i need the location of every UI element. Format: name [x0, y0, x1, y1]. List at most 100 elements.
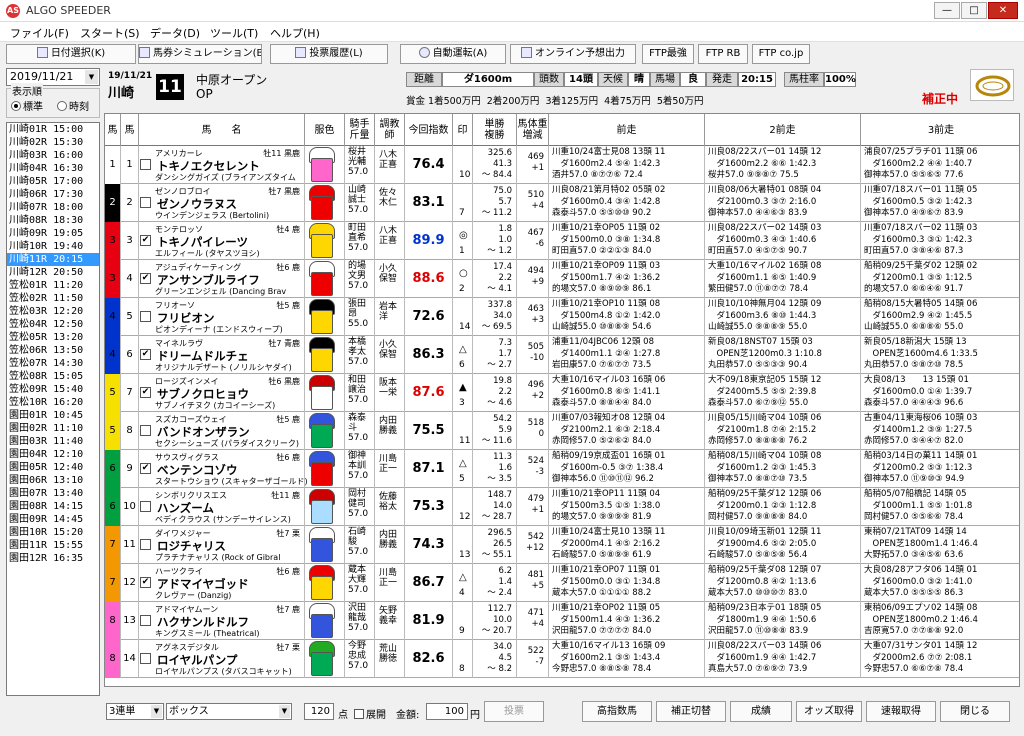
race-list-item[interactable]: 笠松03R 12:20: [7, 305, 99, 318]
table-row[interactable]: 7 11 ダイワメジャー 牡7 栗ロジチャリス プラチナチャリス (Rock of Gi…: [105, 526, 1019, 564]
mark-cell[interactable]: △ 6: [453, 336, 473, 374]
race-list-item[interactable]: 笠松02R 11:50: [7, 292, 99, 305]
select-checkbox[interactable]: ✔: [140, 273, 151, 284]
race-list-item[interactable]: 川崎04R 16:30: [7, 162, 99, 175]
table-row[interactable]: 3 4 ✔ アジュディケーティング 牡6 鹿アンサンブルライフ グリーンエンジェル (Da…: [105, 260, 1019, 298]
race-list-item[interactable]: 川崎05R 17:00: [7, 175, 99, 188]
horse-name-cell[interactable]: シンボリクリスエス 牡11 鹿ハンズーム ベディクラウス (サンデーサイレンス): [139, 488, 305, 526]
race-list-item[interactable]: 園田09R 14:45: [7, 513, 99, 526]
horse-name-cell[interactable]: ✔ アジュディケーティング 牡6 鹿アンサンブルライフ グリーンエンジェル (Danc…: [139, 260, 305, 298]
horse-name-cell[interactable]: ダイワメジャー 牡7 栗ロジチャリス プラチナチャリス (Rock of Gibra…: [139, 526, 305, 564]
maximize-button[interactable]: □: [961, 2, 987, 19]
race-list-item[interactable]: 笠松04R 12:50: [7, 318, 99, 331]
mark-cell[interactable]: 7: [453, 184, 473, 222]
race-list-item[interactable]: 園田06R 13:10: [7, 474, 99, 487]
select-checkbox[interactable]: [140, 159, 151, 170]
points-field[interactable]: 120: [304, 703, 334, 720]
horse-name-cell[interactable]: アメリカーレ 牡11 黒鹿 トキノエクセレント ダンシングガイズ (ブライアンズタイム: [139, 146, 305, 184]
table-row[interactable]: 1 1 アメリカーレ 牡11 黒鹿 トキノエクセレント ダンシングガイズ (ブライアンズタ…: [105, 146, 1019, 184]
news-fetch-button[interactable]: 速報取得: [866, 701, 936, 722]
select-checkbox[interactable]: ✔: [140, 463, 151, 474]
mark-cell[interactable]: 13: [453, 526, 473, 564]
race-list-item[interactable]: 川崎06R 17:30: [7, 188, 99, 201]
chevron-down-icon[interactable]: ▼: [85, 70, 98, 84]
race-list-item[interactable]: 川崎07R 18:00: [7, 201, 99, 214]
mark-cell[interactable]: △ 4: [453, 564, 473, 602]
expand-checkbox[interactable]: 展開: [354, 706, 386, 721]
mark-cell[interactable]: 10: [453, 146, 473, 184]
odds-fetch-button[interactable]: オッズ取得: [796, 701, 862, 722]
mark-cell[interactable]: ○ 2: [453, 260, 473, 298]
race-list-item[interactable]: 笠松05R 13:20: [7, 331, 99, 344]
results-button[interactable]: 成績: [730, 701, 792, 722]
race-list[interactable]: 川崎01R 15:00 川崎02R 15:30 川崎03R 16:00 川崎04R 1…: [6, 122, 100, 696]
race-list-item[interactable]: 川崎03R 16:00: [7, 149, 99, 162]
mark-cell[interactable]: ▲ 3: [453, 374, 473, 412]
table-row[interactable]: 8 14 アグネスデジタル 牡7 栗ロイヤルパンプ ロイヤルパンプス (タバスコキャット…: [105, 640, 1019, 678]
horse-name-cell[interactable]: ✔ モンテロッソ 牡4 鹿トキノパイレーツ エルフィール (タヤスツヨシ): [139, 222, 305, 260]
race-list-item[interactable]: 園田10R 15:20: [7, 526, 99, 539]
mark-cell[interactable]: 12: [453, 488, 473, 526]
order-time-radio[interactable]: 時刻: [57, 98, 89, 113]
table-row[interactable]: 4 5 フリオーソ 牡5 鹿フリビオン ピオンディーナ (エンドスウィープ) 張田 昂 5…: [105, 298, 1019, 336]
date-select-button[interactable]: 日付選択(K): [6, 44, 136, 64]
horse-name-cell[interactable]: アグネスデジタル 牡7 栗ロイヤルパンプ ロイヤルパンプス (タバスコキャット): [139, 640, 305, 678]
race-list-item[interactable]: 園田11R 15:55: [7, 539, 99, 552]
race-list-item[interactable]: 川崎01R 15:00: [7, 123, 99, 136]
race-list-item[interactable]: 川崎08R 18:30: [7, 214, 99, 227]
order-standard-radio[interactable]: 標準: [11, 98, 43, 113]
select-checkbox[interactable]: [140, 501, 151, 512]
table-row[interactable]: 6 10 シンボリクリスエス 牡11 鹿ハンズーム ベディクラウス (サンデーサイレンス…: [105, 488, 1019, 526]
select-checkbox[interactable]: [140, 197, 151, 208]
table-row[interactable]: 8 13 アドマイヤムーン 牡7 鹿ハクサンルドルフ キングスミール (Theatric…: [105, 602, 1019, 640]
race-list-item[interactable]: 園田08R 14:15: [7, 500, 99, 513]
select-checkbox[interactable]: [140, 311, 151, 322]
ftp-rb-button[interactable]: FTP RB: [698, 44, 748, 64]
horse-name-cell[interactable]: ✔ ロージズインメイ 牡6 黒鹿 サブノクロヒョウ サブノイチヌク (カコイーシーズ): [139, 374, 305, 412]
menu-data[interactable]: データ(D): [150, 25, 200, 41]
online-output-button[interactable]: オンライン予想出力: [510, 44, 636, 64]
select-checkbox[interactable]: [140, 653, 151, 664]
close-window-button[interactable]: ✕: [988, 2, 1018, 19]
amount-field[interactable]: 100: [426, 703, 468, 720]
race-list-item[interactable]: 笠松07R 14:30: [7, 357, 99, 370]
race-list-item[interactable]: 笠松08R 15:05: [7, 370, 99, 383]
race-list-item[interactable]: 川崎10R 19:40: [7, 240, 99, 253]
mark-cell[interactable]: 11: [453, 412, 473, 450]
race-list-item[interactable]: 笠松09R 15:40: [7, 383, 99, 396]
race-list-item[interactable]: 川崎11R 20:15: [7, 253, 99, 266]
select-checkbox[interactable]: ✔: [140, 577, 151, 588]
race-list-item[interactable]: 園田04R 12:10: [7, 448, 99, 461]
race-list-item[interactable]: 園田05R 12:40: [7, 461, 99, 474]
minimize-button[interactable]: —: [934, 2, 960, 19]
menu-file[interactable]: ファイル(F): [10, 25, 69, 41]
mark-cell[interactable]: ◎ 1: [453, 222, 473, 260]
ticket-simulation-button[interactable]: 馬券シミュレーション(B): [138, 44, 262, 64]
menu-help[interactable]: ヘルプ(H): [270, 25, 320, 41]
menu-start[interactable]: スタート(S): [80, 25, 140, 41]
horse-name-cell[interactable]: アドマイヤムーン 牡7 鹿ハクサンルドルフ キングスミール (Theatrical): [139, 602, 305, 640]
table-row[interactable]: 2 2 ゼンノロブロイ 牡7 黒鹿 ゼンノウラヌス ウインデンジェラス (Bertolin…: [105, 184, 1019, 222]
table-row[interactable]: 3 3 ✔ モンテロッソ 牡4 鹿トキノパイレーツ エルフィール (タヤスツヨシ) 町田 直…: [105, 222, 1019, 260]
table-row[interactable]: 4 6 ✔ マイネルラヴ 牡7 青鹿 ドリームドルチェ オリジナルデザート (ノリルシヤダイ…: [105, 336, 1019, 374]
mark-cell[interactable]: 14: [453, 298, 473, 336]
ftp-saikyo-button[interactable]: FTP最強: [642, 44, 694, 64]
race-list-item[interactable]: 笠松10R 16:20: [7, 396, 99, 409]
race-list-item[interactable]: 川崎02R 15:30: [7, 136, 99, 149]
horse-name-cell[interactable]: ゼンノロブロイ 牡7 黒鹿 ゼンノウラヌス ウインデンジェラス (Bertolini): [139, 184, 305, 222]
menu-tools[interactable]: ツール(T): [210, 25, 258, 41]
select-checkbox[interactable]: ✔: [140, 349, 151, 360]
table-row[interactable]: 7 12 ✔ ハーツクライ 牡6 鹿アドマイヤゴッド クレヴァー (Danzig) 蔵本 大…: [105, 564, 1019, 602]
bet-type-dropdown[interactable]: 3連単 ▼: [106, 703, 164, 720]
race-list-item[interactable]: 園田01R 10:45: [7, 409, 99, 422]
vote-history-button[interactable]: 投票履歴(L): [270, 44, 388, 64]
high-index-button[interactable]: 高指数馬: [582, 701, 652, 722]
select-checkbox[interactable]: ✔: [140, 235, 151, 246]
select-checkbox[interactable]: [140, 425, 151, 436]
table-row[interactable]: 6 9 ✔ サウスヴィグラス 牡6 鹿ベンテンコゾウ スタートウショウ (スキャターザゴー…: [105, 450, 1019, 488]
race-list-item[interactable]: 川崎12R 20:50: [7, 266, 99, 279]
vote-button[interactable]: 投票: [484, 701, 544, 722]
horse-name-cell[interactable]: フリオーソ 牡5 鹿フリビオン ピオンディーナ (エンドスウィープ): [139, 298, 305, 336]
horse-name-cell[interactable]: ✔ マイネルラヴ 牡7 青鹿 ドリームドルチェ オリジナルデザート (ノリルシヤダイ): [139, 336, 305, 374]
horse-name-cell[interactable]: スズカコーズウェイ 牡5 鹿バンドオンザラン セクシーシューズ (パラダイスクリーク…: [139, 412, 305, 450]
